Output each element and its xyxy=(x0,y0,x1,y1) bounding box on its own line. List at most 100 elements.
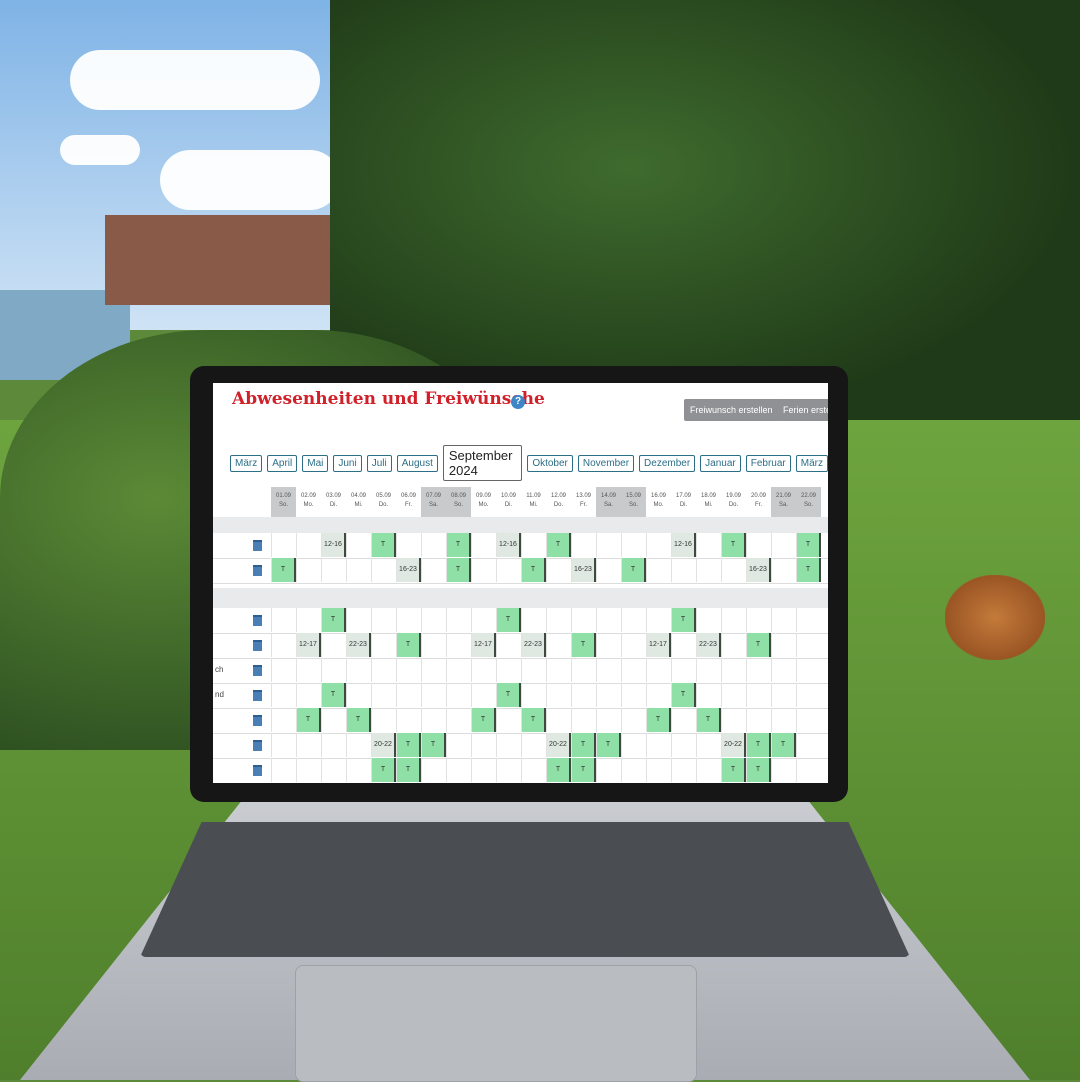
empty-cell[interactable] xyxy=(771,608,796,632)
shift-cell[interactable]: T xyxy=(546,758,571,782)
empty-cell[interactable] xyxy=(521,533,546,557)
shift-cell[interactable]: T xyxy=(296,708,321,732)
question-circle-icon[interactable]: ? xyxy=(511,395,525,409)
empty-cell[interactable] xyxy=(671,758,696,782)
empty-cell[interactable] xyxy=(571,608,596,632)
empty-cell[interactable] xyxy=(296,533,321,557)
empty-cell[interactable] xyxy=(296,733,321,757)
shift-cell[interactable]: T xyxy=(396,633,421,657)
empty-cell[interactable] xyxy=(521,608,546,632)
empty-cell[interactable] xyxy=(346,558,371,582)
empty-cell[interactable] xyxy=(471,608,496,632)
empty-cell[interactable] xyxy=(596,633,621,657)
empty-cell[interactable] xyxy=(296,683,321,707)
empty-cell[interactable] xyxy=(371,658,396,682)
empty-cell[interactable] xyxy=(396,533,421,557)
shift-cell[interactable]: T xyxy=(496,683,521,707)
empty-cell[interactable] xyxy=(471,558,496,582)
calendar-icon[interactable] xyxy=(253,540,262,551)
empty-cell[interactable] xyxy=(646,558,671,582)
empty-cell[interactable] xyxy=(271,708,296,732)
empty-cell[interactable] xyxy=(271,758,296,782)
empty-cell[interactable] xyxy=(421,758,446,782)
empty-cell[interactable] xyxy=(546,558,571,582)
empty-cell[interactable] xyxy=(746,533,771,557)
empty-cell[interactable] xyxy=(371,608,396,632)
month-button[interactable]: September 2024 xyxy=(442,445,523,481)
shift-cell[interactable]: T xyxy=(721,533,746,557)
empty-cell[interactable] xyxy=(771,533,796,557)
shift-cell[interactable]: 12-16 xyxy=(321,533,346,557)
shift-cell[interactable]: 20-22 xyxy=(721,733,746,757)
empty-cell[interactable] xyxy=(321,658,346,682)
empty-cell[interactable] xyxy=(771,758,796,782)
empty-cell[interactable] xyxy=(546,658,571,682)
empty-cell[interactable] xyxy=(296,658,321,682)
empty-cell[interactable] xyxy=(646,608,671,632)
empty-cell[interactable] xyxy=(671,633,696,657)
empty-cell[interactable] xyxy=(446,608,471,632)
calendar-icon[interactable] xyxy=(253,615,262,626)
month-button[interactable]: März xyxy=(230,454,263,472)
empty-cell[interactable] xyxy=(621,658,646,682)
empty-cell[interactable] xyxy=(721,658,746,682)
shift-cell[interactable]: T xyxy=(396,758,421,782)
empty-cell[interactable] xyxy=(496,658,521,682)
empty-cell[interactable] xyxy=(421,633,446,657)
empty-cell[interactable] xyxy=(471,533,496,557)
shift-cell[interactable]: 22-23 xyxy=(696,633,721,657)
empty-cell[interactable] xyxy=(571,533,596,557)
empty-cell[interactable] xyxy=(346,758,371,782)
empty-cell[interactable] xyxy=(771,708,796,732)
shift-cell[interactable]: T xyxy=(571,633,596,657)
empty-cell[interactable] xyxy=(796,758,821,782)
shift-cell[interactable]: T xyxy=(421,733,446,757)
shift-cell[interactable]: T xyxy=(321,683,346,707)
empty-cell[interactable] xyxy=(321,708,346,732)
empty-cell[interactable] xyxy=(721,608,746,632)
empty-cell[interactable] xyxy=(321,558,346,582)
empty-cell[interactable] xyxy=(596,758,621,782)
empty-cell[interactable] xyxy=(496,733,521,757)
shift-cell[interactable]: T xyxy=(271,558,296,582)
empty-cell[interactable] xyxy=(496,633,521,657)
empty-cell[interactable] xyxy=(621,683,646,707)
shift-cell[interactable]: 12-16 xyxy=(496,533,521,557)
empty-cell[interactable] xyxy=(396,708,421,732)
empty-cell[interactable] xyxy=(346,608,371,632)
empty-cell[interactable] xyxy=(296,758,321,782)
empty-cell[interactable] xyxy=(546,683,571,707)
shift-cell[interactable]: 22-23 xyxy=(521,633,546,657)
empty-cell[interactable] xyxy=(421,708,446,732)
empty-cell[interactable] xyxy=(796,608,821,632)
calendar-icon[interactable] xyxy=(253,565,262,576)
empty-cell[interactable] xyxy=(371,633,396,657)
empty-cell[interactable] xyxy=(696,683,721,707)
month-button[interactable]: Dezember xyxy=(639,454,696,472)
empty-cell[interactable] xyxy=(571,683,596,707)
empty-cell[interactable] xyxy=(721,633,746,657)
empty-cell[interactable] xyxy=(696,608,721,632)
empty-cell[interactable] xyxy=(321,758,346,782)
shift-cell[interactable]: T xyxy=(771,733,796,757)
empty-cell[interactable] xyxy=(421,683,446,707)
shift-cell[interactable]: T xyxy=(471,708,496,732)
empty-cell[interactable] xyxy=(346,733,371,757)
shift-cell[interactable]: 12-17 xyxy=(646,633,671,657)
empty-cell[interactable] xyxy=(796,633,821,657)
shift-cell[interactable]: 12-17 xyxy=(296,633,321,657)
empty-cell[interactable] xyxy=(596,683,621,707)
empty-cell[interactable] xyxy=(671,733,696,757)
calendar-icon[interactable] xyxy=(253,765,262,776)
empty-cell[interactable] xyxy=(596,558,621,582)
empty-cell[interactable] xyxy=(421,658,446,682)
calendar-icon[interactable] xyxy=(253,715,262,726)
empty-cell[interactable] xyxy=(596,533,621,557)
shift-cell[interactable]: T xyxy=(671,683,696,707)
empty-cell[interactable] xyxy=(721,708,746,732)
empty-cell[interactable] xyxy=(671,708,696,732)
empty-cell[interactable] xyxy=(421,608,446,632)
shift-cell[interactable]: T xyxy=(546,533,571,557)
empty-cell[interactable] xyxy=(721,558,746,582)
shift-cell[interactable]: T xyxy=(671,608,696,632)
